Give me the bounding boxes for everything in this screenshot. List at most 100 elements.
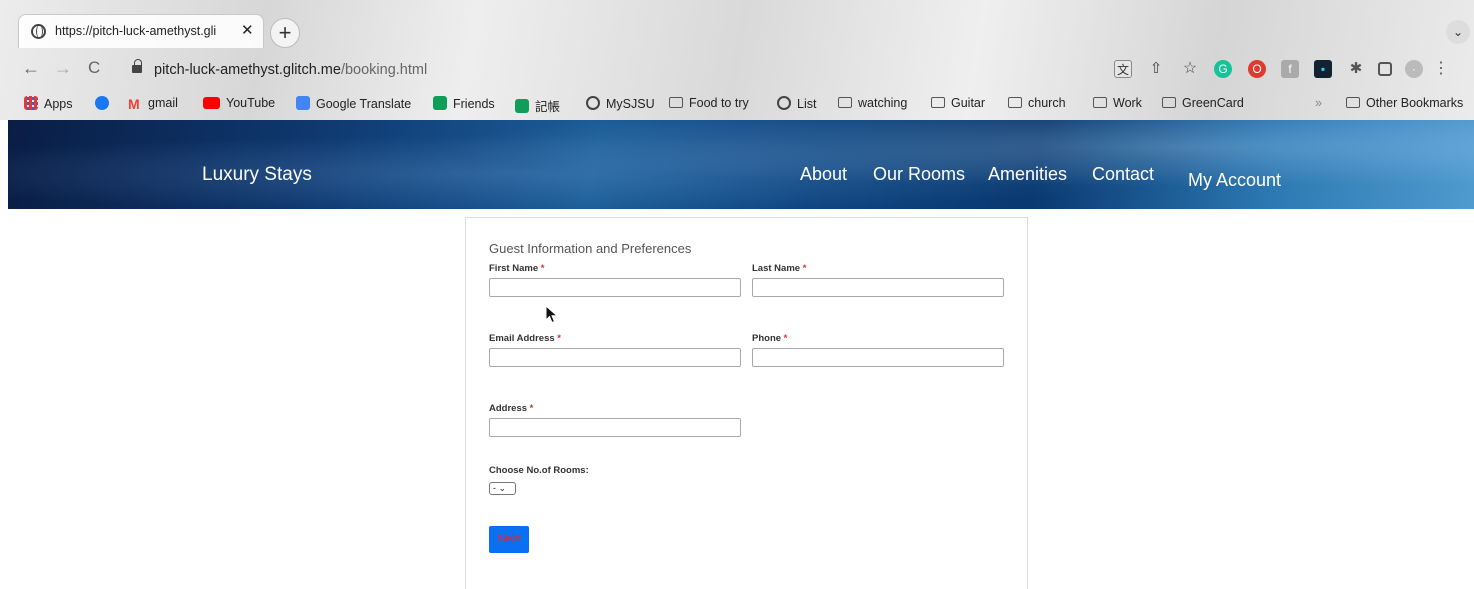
- first-name-input[interactable]: [489, 278, 741, 297]
- label-text: First Name: [489, 263, 539, 274]
- url-text: pitch-luck-amethyst.glitch.me/booking.ht…: [154, 62, 427, 78]
- bookmark-label: Guitar: [951, 96, 986, 110]
- bookmark-list[interactable]: List: [777, 96, 816, 111]
- label-text: Phone: [752, 333, 782, 344]
- more-bookmarks-button[interactable]: »: [1315, 96, 1322, 110]
- adblock-icon[interactable]: O: [1248, 60, 1266, 78]
- folder-icon: [1008, 97, 1022, 108]
- bookmark-youtube[interactable]: YouTube: [203, 96, 275, 110]
- address-input[interactable]: [489, 418, 741, 437]
- required-mark: *: [557, 333, 561, 344]
- close-icon[interactable]: ✕: [241, 21, 254, 39]
- bookmark-guitar[interactable]: Guitar: [931, 96, 985, 110]
- folder-icon: [669, 97, 683, 108]
- bookmark-food-to-try[interactable]: Food to try: [669, 96, 749, 110]
- rooms-label: Choose No.of Rooms:: [489, 465, 589, 476]
- bookmark-label: Work: [1113, 96, 1142, 110]
- last-name-label: Last Name *: [752, 263, 806, 274]
- bookmark-label: Friends: [453, 97, 495, 111]
- chevron-down-icon: ⌄: [498, 483, 507, 493]
- required-mark: *: [802, 263, 807, 274]
- bookmark-label: 記帳: [535, 100, 561, 114]
- globe-icon: [777, 96, 791, 110]
- email-label: Email Address *: [489, 333, 561, 344]
- tab-strip: https://pitch-luck-amethyst.gli ✕ + ⌄: [0, 0, 1474, 48]
- browser-tab[interactable]: https://pitch-luck-amethyst.gli ✕: [18, 14, 264, 48]
- phone-label: Phone *: [752, 333, 787, 344]
- share-icon[interactable]: ⇧: [1147, 60, 1165, 78]
- bookmark-google-translate[interactable]: Google Translate: [296, 96, 411, 111]
- new-tab-button[interactable]: +: [270, 18, 300, 48]
- apps-grid-icon: [24, 96, 38, 110]
- youtube-icon: [203, 97, 220, 109]
- bookmark-church[interactable]: church: [1008, 96, 1066, 110]
- rooms-select[interactable]: - ⌄: [489, 482, 516, 495]
- site-brand[interactable]: Luxury Stays: [202, 164, 312, 186]
- bookmark-star-icon[interactable]: ☆: [1181, 60, 1199, 78]
- required-mark: *: [529, 403, 534, 414]
- forward-icon[interactable]: →: [54, 58, 72, 79]
- bookmark-label: gmail: [148, 96, 178, 110]
- email-input[interactable]: [489, 348, 741, 367]
- translate-page-icon[interactable]: 文: [1114, 60, 1132, 78]
- bookmark-facebook[interactable]: [95, 96, 115, 111]
- profile-avatar-icon[interactable]: ·: [1405, 60, 1423, 78]
- bookmark-greencard[interactable]: GreenCard: [1162, 96, 1244, 110]
- url-host: pitch-luck-amethyst.glitch.me: [154, 62, 341, 78]
- folder-icon: [931, 97, 945, 108]
- nav-contact[interactable]: Contact: [1092, 164, 1154, 185]
- rooms-selected-value: -: [493, 483, 496, 493]
- bookmark-label: Google Translate: [316, 97, 412, 111]
- phone-input[interactable]: [752, 348, 1004, 367]
- form-title: Guest Information and Preferences: [489, 241, 692, 256]
- bookmark-gmail[interactable]: Mgmail: [128, 96, 178, 112]
- globe-icon: [586, 96, 600, 110]
- last-name-input[interactable]: [752, 278, 1004, 297]
- kebab-menu-icon[interactable]: ⋮: [1432, 60, 1450, 78]
- nav-our-rooms[interactable]: Our Rooms: [873, 164, 965, 185]
- label-text: Email Address: [489, 333, 555, 344]
- globe-icon: [31, 24, 46, 39]
- plus-green-icon: [515, 99, 529, 113]
- folder-icon: [1346, 97, 1360, 108]
- booking-form-card: [465, 217, 1028, 589]
- first-name-label: First Name *: [489, 263, 544, 274]
- bookmark-other[interactable]: Other Bookmarks: [1346, 96, 1463, 110]
- facebook-icon: [95, 96, 109, 110]
- bookmark-label: Apps: [44, 97, 73, 111]
- browser-chrome: https://pitch-luck-amethyst.gli ✕ + ⌄ ← …: [0, 0, 1474, 120]
- sidepanel-icon[interactable]: [1378, 62, 1392, 76]
- lock-icon: [132, 59, 142, 75]
- nav-my-account[interactable]: My Account: [1188, 170, 1281, 191]
- bookmarks-bar: Apps Mgmail YouTube Google Translate Fri…: [0, 92, 1474, 118]
- bookmark-apps[interactable]: Apps: [24, 96, 73, 111]
- grammarly-icon[interactable]: G: [1214, 60, 1232, 78]
- next-button[interactable]: Next: [489, 526, 529, 553]
- bookmark-work[interactable]: Work: [1093, 96, 1142, 110]
- bookmark-label: Food to try: [689, 96, 749, 110]
- bookmark-label: church: [1028, 96, 1066, 110]
- bookmark-friends[interactable]: Friends: [433, 96, 495, 111]
- required-mark: *: [783, 333, 788, 344]
- nav-about[interactable]: About: [800, 164, 847, 185]
- required-mark: *: [540, 263, 545, 274]
- bookmark-label: GreenCard: [1182, 96, 1244, 110]
- tab-search-button[interactable]: ⌄: [1446, 20, 1470, 44]
- plus-green-icon: [433, 96, 447, 110]
- bookmark-jizhang[interactable]: 記帳: [515, 96, 560, 115]
- url-path: /booking.html: [340, 62, 428, 78]
- bookmark-label: YouTube: [226, 96, 276, 110]
- folder-icon: [1162, 97, 1176, 108]
- extension-2-icon[interactable]: ▪: [1314, 60, 1332, 78]
- extensions-puzzle-icon[interactable]: ✱: [1347, 60, 1365, 78]
- bookmark-watching[interactable]: watching: [838, 96, 907, 110]
- bookmark-mysjsu[interactable]: MySJSU: [586, 96, 655, 111]
- label-text: Address: [489, 403, 528, 414]
- reload-icon[interactable]: C: [88, 58, 100, 78]
- back-icon[interactable]: ←: [22, 58, 40, 79]
- extension-icon[interactable]: f: [1281, 60, 1299, 78]
- mouse-cursor-icon: [545, 305, 559, 324]
- bookmark-label: Other Bookmarks: [1366, 96, 1464, 110]
- nav-amenities[interactable]: Amenities: [988, 164, 1067, 185]
- address-label: Address *: [489, 403, 533, 414]
